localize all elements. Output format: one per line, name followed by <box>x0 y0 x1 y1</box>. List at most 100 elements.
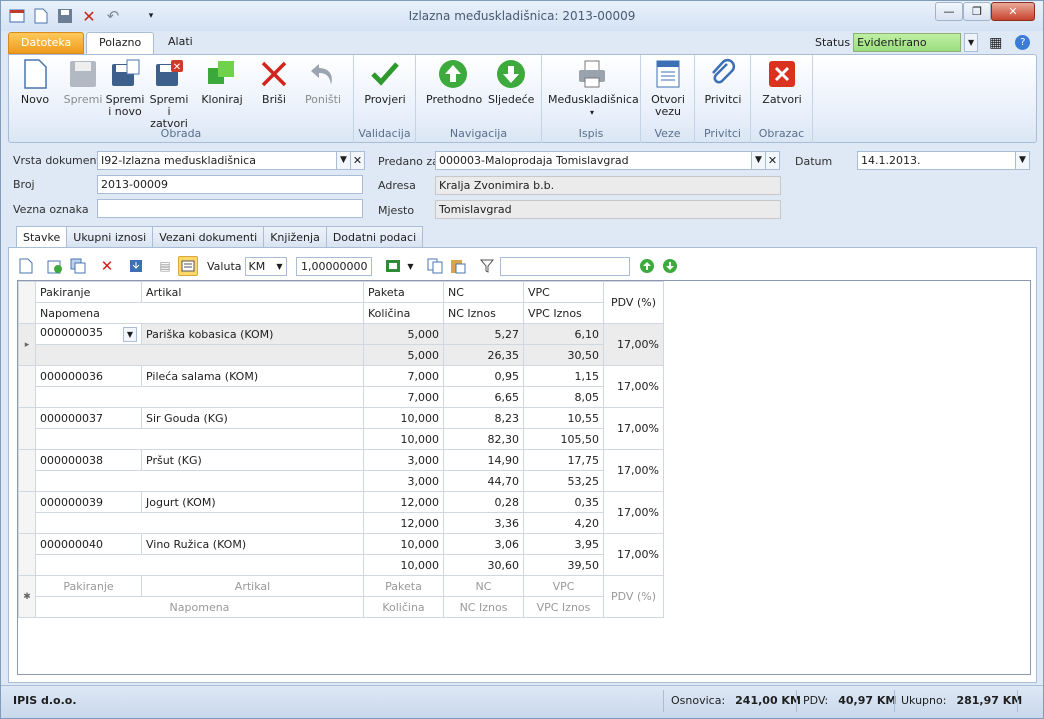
new-nc-cell[interactable]: NC <box>443 575 524 597</box>
vrsta-dropdown-button[interactable]: ▼ <box>336 151 351 170</box>
vpc-iznos-cell[interactable]: 8,05 <box>523 386 604 408</box>
pdv-cell[interactable]: 17,00% <box>603 491 664 534</box>
napomena-cell[interactable] <box>35 470 364 492</box>
pakiranje-cell[interactable]: 000000039 <box>35 491 142 513</box>
vpc-cell[interactable]: 10,55 <box>523 407 604 429</box>
vpc-iznos-cell[interactable]: 53,25 <box>523 470 604 492</box>
kolicina-cell[interactable]: 7,000 <box>363 386 444 408</box>
copy-row-icon[interactable] <box>68 256 88 276</box>
table-row-detail[interactable]: 12,000 3,36 4,20 <box>19 512 664 534</box>
close-button[interactable]: ✕ <box>991 2 1035 21</box>
header-kolicina[interactable]: Količina <box>363 302 444 324</box>
sljedece-button[interactable]: Sljedeće <box>488 58 534 106</box>
pdv-cell[interactable]: 17,00% <box>603 533 664 576</box>
table-row-detail[interactable]: 5,000 26,35 30,50 <box>19 344 664 366</box>
broj-input[interactable]: 2013-00009 <box>97 175 363 194</box>
copy-icon[interactable] <box>425 256 445 276</box>
datum-dropdown-button[interactable]: ▼ <box>1015 151 1030 170</box>
pakiranje-dropdown-icon[interactable]: ▼ <box>123 327 137 342</box>
spremi-i-zatvori-button[interactable]: ✕ Spremi i zatvori <box>148 58 190 130</box>
paketa-cell[interactable]: 7,000 <box>363 365 444 387</box>
kolicina-cell[interactable]: 10,000 <box>363 428 444 450</box>
nc-iznos-cell[interactable]: 30,60 <box>443 554 524 576</box>
minimize-button[interactable]: — <box>935 2 963 21</box>
header-paketa[interactable]: Paketa <box>363 281 444 303</box>
new-pdv-cell[interactable]: PDV (%) <box>603 575 664 618</box>
row-indicator[interactable]: ▸ <box>18 323 36 366</box>
new-nc-iznos-cell[interactable]: NC Iznos <box>443 596 524 618</box>
vezna-oznaka-input[interactable] <box>97 199 363 218</box>
new-row-icon[interactable] <box>16 256 36 276</box>
nc-cell[interactable]: 14,90 <box>443 449 524 471</box>
calculator-icon[interactable]: ▦ <box>989 35 1002 51</box>
maximize-button[interactable]: ❐ <box>963 2 991 21</box>
nc-cell[interactable]: 5,27 <box>443 323 524 345</box>
vpc-cell[interactable]: 0,35 <box>523 491 604 513</box>
otvori-vezu-button[interactable]: Otvori vezu <box>645 58 691 118</box>
new-paketa-cell[interactable]: Paketa <box>363 575 444 597</box>
nc-cell[interactable]: 0,28 <box>443 491 524 513</box>
row-indicator[interactable] <box>18 491 36 534</box>
artikal-cell[interactable]: Pariška kobasica (KOM) <box>141 323 364 345</box>
predano-clear-button[interactable]: ✕ <box>765 151 780 170</box>
vpc-iznos-cell[interactable]: 30,50 <box>523 344 604 366</box>
zatvori-button[interactable]: Zatvori <box>759 58 805 106</box>
tab-ukupni-iznosi[interactable]: Ukupni iznosi <box>66 226 154 247</box>
excel-export-icon[interactable] <box>383 256 403 276</box>
spremi-button[interactable]: Spremi <box>62 58 104 106</box>
new-artikal-cell[interactable]: Artikal <box>141 575 364 597</box>
table-row-detail[interactable]: 3,000 44,70 53,25 <box>19 470 664 492</box>
toggle-view-icon[interactable] <box>178 256 198 276</box>
paketa-cell[interactable]: 5,000 <box>363 323 444 345</box>
paketa-cell[interactable]: 12,000 <box>363 491 444 513</box>
new-kolicina-cell[interactable]: Količina <box>363 596 444 618</box>
pakiranje-cell[interactable]: 000000036 <box>35 365 142 387</box>
spremi-i-novo-button[interactable]: Spremi i novo <box>105 58 145 118</box>
table-row[interactable]: 000000038 Pršut (KG) 3,000 14,90 17,75 17,00% <box>18 449 664 492</box>
tab-vezani-dokumenti[interactable]: Vezani dokumenti <box>152 226 265 247</box>
napomena-cell[interactable] <box>35 554 364 576</box>
kolicina-cell[interactable]: 12,000 <box>363 512 444 534</box>
table-row[interactable]: 000000037 Sir Gouda (KG) 10,000 8,23 10,55 17… <box>18 407 664 450</box>
status-select[interactable]: Evidentirano <box>853 33 962 52</box>
header-pdv[interactable]: PDV (%) <box>603 281 664 324</box>
napomena-cell[interactable] <box>35 386 364 408</box>
header-nc[interactable]: NC <box>443 281 524 303</box>
vpc-iznos-cell[interactable]: 39,50 <box>523 554 604 576</box>
brisi-button[interactable]: Briši <box>254 58 294 106</box>
help-icon[interactable]: ? <box>1015 35 1031 50</box>
paste-icon[interactable] <box>448 256 468 276</box>
add-row-icon[interactable] <box>45 256 65 276</box>
row-indicator[interactable] <box>18 449 36 492</box>
vpc-cell[interactable]: 6,10 <box>523 323 604 345</box>
artikal-cell[interactable]: Sir Gouda (KG) <box>141 407 364 429</box>
table-row[interactable]: ▸ ▼ 000000035 Pariška kobasica (KOM) 5,000 5,… <box>18 323 664 366</box>
new-pakiranje-cell[interactable]: Pakiranje <box>35 575 142 597</box>
artikal-cell[interactable]: Pršut (KG) <box>141 449 364 471</box>
header-vpc-iznos[interactable]: VPC Iznos <box>523 302 604 324</box>
nc-iznos-cell[interactable]: 26,35 <box>443 344 524 366</box>
header-pakiranje[interactable]: Pakiranje <box>35 281 142 303</box>
pakiranje-cell[interactable]: 000000038 <box>35 449 142 471</box>
header-nc-iznos[interactable]: NC Iznos <box>443 302 524 324</box>
table-row-detail[interactable]: 10,000 82,30 105,50 <box>19 428 664 450</box>
table-row[interactable]: 000000040 Vino Ružica (KOM) 10,000 3,06 3,95… <box>18 533 664 576</box>
prethodno-button[interactable]: Prethodno <box>426 58 482 106</box>
nc-iznos-cell[interactable]: 3,36 <box>443 512 524 534</box>
nc-cell[interactable]: 8,23 <box>443 407 524 429</box>
tab-datoteka[interactable]: Datoteka <box>8 32 85 54</box>
pdv-cell[interactable]: 17,00% <box>603 323 664 366</box>
novo-button[interactable]: Novo <box>15 58 55 106</box>
header-artikal[interactable]: Artikal <box>141 281 364 303</box>
medjuskladisnica-print-button[interactable]: Međuskladišnica ▾ <box>548 58 639 119</box>
header-vpc[interactable]: VPC <box>523 281 604 303</box>
nc-cell[interactable]: 3,06 <box>443 533 524 555</box>
nc-iznos-cell[interactable]: 44,70 <box>443 470 524 492</box>
vrsta-dokumenta-input[interactable]: I92-Izlazna međuskladišnica <box>97 151 337 170</box>
provjeri-button[interactable]: Provjeri <box>362 58 408 106</box>
kolicina-cell[interactable]: 10,000 <box>363 554 444 576</box>
pakiranje-cell[interactable]: ▼ 000000035 <box>35 323 142 345</box>
kolicina-cell[interactable]: 3,000 <box>363 470 444 492</box>
vpc-cell[interactable]: 1,15 <box>523 365 604 387</box>
filter-icon[interactable] <box>477 256 497 276</box>
